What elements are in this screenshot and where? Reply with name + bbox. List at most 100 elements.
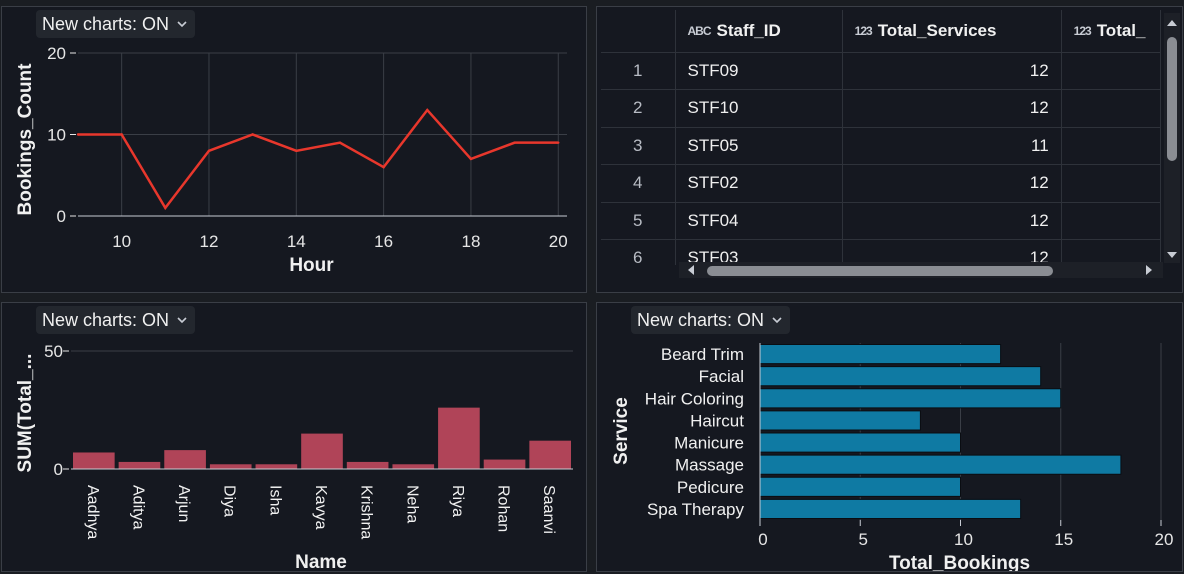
- table-row[interactable]: 1 STF09 12: [601, 52, 1161, 90]
- column-header-staff-id[interactable]: ABC Staff_ID: [675, 10, 843, 53]
- data-point: [469, 157, 473, 161]
- scroll-up-icon[interactable]: [1164, 15, 1180, 31]
- staff-table: ABC Staff_ID 123 Total_Services 123 Total_ …: [601, 10, 1161, 265]
- row-index: 2: [601, 89, 676, 128]
- data-point: [164, 206, 167, 210]
- cell-total[interactable]: [1061, 202, 1161, 240]
- cell-staff-id[interactable]: STF09: [675, 52, 843, 90]
- bar: [346, 461, 389, 469]
- x-tick-label: Aadhya: [84, 485, 101, 539]
- cell-total-services[interactable]: 11: [842, 127, 1062, 165]
- line-chart-panel: New charts: ON 10 12 14 16 18 20 0 10 20 Hour Book…: [1, 6, 587, 293]
- staff-table-panel: ABC Staff_ID 123 Total_Services 123 Total_ …: [596, 6, 1183, 293]
- y-axis-title: SUM(Total_...: [15, 354, 36, 473]
- bar: [209, 464, 252, 469]
- cell-total[interactable]: [1061, 52, 1161, 90]
- hbar-chart-panel: New charts: ON 0 5 10 15 20 Beard Trim Facial H…: [596, 302, 1183, 572]
- x-tick-label: Krishna: [358, 485, 375, 539]
- cell-staff-id[interactable]: STF04: [675, 202, 843, 240]
- x-tick-label: Saanvi: [540, 485, 557, 534]
- table-row[interactable]: 5 STF04 12: [601, 202, 1161, 240]
- cell-total[interactable]: [1061, 127, 1161, 165]
- horizontal-scroll-thumb[interactable]: [707, 266, 1053, 276]
- data-point: [207, 149, 211, 152]
- column-header-total-services[interactable]: 123 Total_Services: [842, 10, 1062, 53]
- x-tick-label: Rohan: [495, 485, 512, 532]
- cell-total-services[interactable]: 12: [842, 89, 1062, 128]
- table-row[interactable]: 3 STF05 11: [601, 127, 1161, 165]
- column-header-label: Staff_ID: [716, 21, 781, 41]
- index-header: [601, 10, 676, 53]
- cell-total-services[interactable]: 12: [842, 52, 1062, 90]
- data-point: [557, 141, 560, 144]
- scroll-down-icon[interactable]: [1164, 247, 1180, 263]
- x-tick-label: 12: [200, 232, 219, 251]
- number-type-icon: 123: [1073, 24, 1092, 39]
- data-point: [338, 141, 342, 144]
- line-chart: 10 12 14 16 18 20 0 10 20 Hour Bookings_Count: [15, 44, 568, 276]
- bar: [73, 452, 115, 469]
- x-tick-label: Arjun: [175, 485, 192, 522]
- vertical-scrollbar[interactable]: [1164, 13, 1180, 263]
- x-tick-label: Kavya: [312, 485, 329, 530]
- y-tick-label: 20: [47, 44, 66, 63]
- cell-staff-id[interactable]: STF10: [675, 89, 843, 128]
- y-tick-label: Spa Therapy: [647, 500, 745, 519]
- y-tick-label: Hair Coloring: [645, 389, 744, 408]
- y-tick-label: Massage: [675, 456, 744, 475]
- data-point: [76, 133, 80, 136]
- cell-staff-id[interactable]: STF02: [675, 164, 843, 203]
- bar: [392, 464, 435, 469]
- horizontal-bar-chart: 0 5 10 15 20 Beard Trim Facial Hair Coloring Hai…: [611, 343, 1174, 572]
- x-tick-label: Aditya: [129, 485, 146, 530]
- x-tick-label: Diya: [221, 485, 238, 517]
- data-point: [295, 149, 298, 152]
- y-axis-title: Bookings_Count: [15, 63, 36, 216]
- x-tick-label: 20: [1155, 530, 1174, 549]
- table-row[interactable]: 4 STF02 12: [601, 164, 1161, 203]
- bar: [255, 464, 298, 469]
- column-header-label: Total_Services: [877, 21, 997, 41]
- table-row[interactable]: 2 STF10 12: [601, 89, 1161, 128]
- x-tick-label: 18: [461, 232, 480, 251]
- bar: [483, 459, 526, 469]
- x-axis-title: Total_Bookings: [889, 553, 1030, 572]
- bar: [759, 454, 1122, 475]
- horizontal-scrollbar[interactable]: [679, 262, 1163, 278]
- vertical-scroll-thumb[interactable]: [1167, 37, 1177, 161]
- text-type-icon: ABC: [687, 24, 712, 39]
- x-tick-label: 5: [859, 530, 868, 549]
- data-point: [120, 133, 123, 136]
- bar: [301, 433, 343, 469]
- y-tick-label: 0: [57, 207, 66, 226]
- data-point: [251, 133, 254, 136]
- y-tick-label: Facial: [699, 367, 744, 386]
- row-index: 3: [601, 127, 676, 165]
- x-tick-label: Isha: [266, 485, 283, 515]
- bar: [759, 388, 1062, 409]
- y-tick-label: 10: [47, 126, 66, 145]
- cell-total-services[interactable]: 12: [842, 202, 1062, 240]
- bar-chart-panel: New charts: ON 0 50 Aadhya Aditya Arjun Diya I…: [1, 302, 587, 572]
- x-axis-title: Hour: [289, 255, 334, 276]
- x-tick-label: 15: [1054, 530, 1073, 549]
- scroll-right-icon[interactable]: [1141, 262, 1157, 278]
- cell-total[interactable]: [1061, 89, 1161, 128]
- cell-total-services[interactable]: 12: [842, 164, 1062, 203]
- y-tick-label: Beard Trim: [661, 345, 744, 364]
- data-point: [382, 165, 385, 169]
- bar: [759, 410, 921, 431]
- x-tick-label: 10: [112, 232, 131, 251]
- y-tick-label: Pedicure: [677, 478, 744, 497]
- x-tick-label: 20: [549, 232, 568, 251]
- x-tick-label: 14: [287, 232, 306, 251]
- y-tick-label: Manicure: [674, 434, 744, 453]
- cell-total[interactable]: [1061, 164, 1161, 203]
- y-tick-label: 50: [44, 342, 63, 361]
- cell-staff-id[interactable]: STF05: [675, 127, 843, 165]
- number-type-icon: 123: [854, 24, 873, 39]
- column-header-total[interactable]: 123 Total_: [1061, 10, 1161, 53]
- y-axis-title: Service: [611, 397, 632, 465]
- scroll-left-icon[interactable]: [683, 262, 699, 278]
- bar: [759, 366, 1042, 387]
